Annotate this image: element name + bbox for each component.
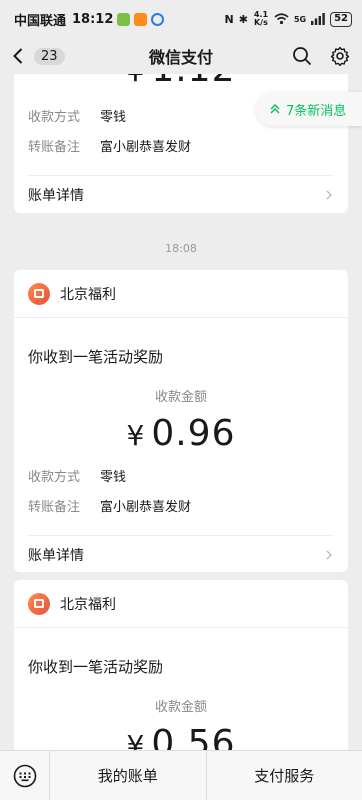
keyboard-icon xyxy=(13,764,36,787)
app-notification-icon xyxy=(117,12,131,26)
amount-value: 0.56 xyxy=(151,723,236,750)
app-logo-icon xyxy=(28,282,50,305)
amount-value: 0.96 xyxy=(151,413,236,454)
currency-symbol: ¥ xyxy=(126,729,146,750)
bill-detail-label: 账单详情 xyxy=(28,187,84,204)
field-label: 收款方式 xyxy=(28,109,81,125)
currency-symbol: ¥ xyxy=(127,74,146,88)
wifi-icon xyxy=(274,13,289,25)
chevron-right-icon xyxy=(326,190,332,199)
bill-detail-label: 账单详情 xyxy=(28,547,84,564)
unread-count-badge: 23 xyxy=(34,47,65,65)
video-app-notification-icon xyxy=(134,12,148,26)
gear-icon[interactable] xyxy=(330,46,350,66)
battery-indicator: 52 xyxy=(330,11,352,27)
nfc-icon: N xyxy=(224,12,234,26)
transfer-note-row: 转账备注 富小剧恭喜发财 xyxy=(14,490,348,520)
transfer-note-row: 转账备注 富小剧恭喜发财 xyxy=(14,130,348,160)
received-amount: ¥0.56 xyxy=(14,723,348,750)
payment-card: 北京福利 你收到一笔活动奖励 收款金额 ¥0.96 收款方式 零钱 转账备注 富小剧… xyxy=(14,270,348,572)
field-label: 转账备注 xyxy=(28,499,81,515)
chevron-right-icon xyxy=(326,550,332,559)
chevron-left-icon xyxy=(13,48,23,64)
bluetooth-icon: ✱ xyxy=(238,12,248,26)
network-speed: 4.1 K/s xyxy=(253,10,269,27)
card-header[interactable]: 北京福利 xyxy=(14,270,348,318)
card-headline: 你收到一笔活动奖励 xyxy=(28,658,164,676)
app-name: 北京福利 xyxy=(60,596,116,613)
status-bar: 中国联通 18:12 N ✱ 4.1 K/s 5G 52 xyxy=(0,0,362,38)
signal-icon xyxy=(311,13,325,25)
new-messages-label: 7条新消息 xyxy=(286,103,347,119)
field-label: 转账备注 xyxy=(28,139,81,155)
status-time: 18:12 xyxy=(72,11,114,27)
amount-value: 1.12 xyxy=(151,74,235,90)
bottom-menu-bar: 我的账单 支付服务 xyxy=(0,750,362,800)
app-circle-notification-icon xyxy=(151,12,165,26)
card-header[interactable]: 北京福利 xyxy=(14,580,348,628)
bill-detail-link[interactable]: 账单详情 xyxy=(28,175,334,213)
amount-label: 收款金额 xyxy=(154,390,207,405)
nav-bar: 23 微信支付 xyxy=(0,38,362,74)
my-bill-menu[interactable]: 我的账单 xyxy=(50,751,206,800)
search-icon[interactable] xyxy=(292,46,312,66)
app-logo-icon xyxy=(28,592,50,615)
field-value: 零钱 xyxy=(100,469,127,485)
message-feed[interactable]: ¥1.12 收款方式零钱 转账备注富小剧恭喜发财 账单详情 18:08 北京福利… xyxy=(0,74,362,750)
back-button[interactable]: 23 xyxy=(10,47,65,65)
received-amount: ¥0.96 xyxy=(14,413,348,454)
pay-service-menu[interactable]: 支付服务 xyxy=(205,750,362,800)
app-name: 北京福利 xyxy=(60,286,116,303)
field-value: 富小剧恭喜发财 xyxy=(100,499,192,515)
field-value: 富小剧恭喜发财 xyxy=(100,139,192,155)
payment-method-row: 收款方式 零钱 xyxy=(14,460,348,490)
bill-detail-link[interactable]: 账单详情 xyxy=(28,535,334,572)
card-headline: 你收到一笔活动奖励 xyxy=(28,348,164,366)
message-timestamp: 18:08 xyxy=(165,242,197,255)
keyboard-toggle-button[interactable] xyxy=(0,750,50,800)
double-chevron-up-icon xyxy=(270,104,280,114)
field-value: 零钱 xyxy=(100,109,127,125)
payment-card: 北京福利 你收到一笔活动奖励 收款金额 ¥0.56 xyxy=(14,580,348,750)
carrier-name: 中国联通 xyxy=(14,13,67,29)
currency-symbol: ¥ xyxy=(126,419,146,452)
new-messages-button[interactable]: 7条新消息 xyxy=(256,92,362,126)
field-label: 收款方式 xyxy=(28,469,81,485)
amount-label: 收款金额 xyxy=(154,700,207,715)
network-type: 5G xyxy=(293,14,307,24)
